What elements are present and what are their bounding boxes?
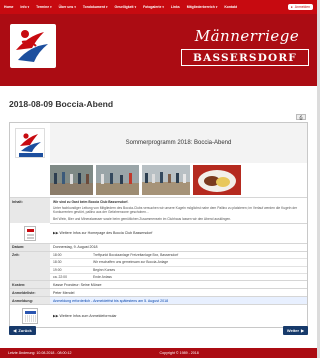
program-item: 18:30 Wir erschaffen uns gemeinsam zur B… xyxy=(50,259,307,267)
photo-thumbnail-1[interactable] xyxy=(50,165,93,195)
program-time: 19:00 xyxy=(53,267,62,272)
program-time: 18:30 xyxy=(53,260,62,265)
photo-thumbnail-4[interactable] xyxy=(193,165,241,195)
inhalt-row: Inhalt: Wir sind zu Gast beim Boccia Clu… xyxy=(10,198,307,224)
nav-item-kontakt[interactable]: Kontakt xyxy=(224,5,237,9)
nav-item-geselligkeit[interactable]: Geselligkeit▾ xyxy=(115,5,137,9)
gymnast-logo-icon xyxy=(19,132,43,157)
document-icon[interactable] xyxy=(24,225,36,241)
program-item: 18:00 Treffpunkt Bocciaanlage Freizeitan… xyxy=(50,252,307,260)
zeit-row: Zeit: 18:00 Treffpunkt Bocciaanlage Frei… xyxy=(10,251,307,282)
gymnast-logo-icon xyxy=(16,30,48,62)
photo-boccia-2 xyxy=(96,165,139,195)
program-desc: Beginn Kurses xyxy=(93,267,116,272)
nav-item-home[interactable]: Home xyxy=(4,5,13,9)
kosten-row: Kosten: Kasse Frondeur: Seine Münze xyxy=(10,281,307,290)
event-article: Sommerprogramm 2018: Boccia-Abend Inhalt… xyxy=(9,122,308,329)
caret-down-icon: ▾ xyxy=(106,5,108,9)
kosten-value: Kasse Frondeur: Seine Münze xyxy=(53,282,102,287)
caret-down-icon: ▾ xyxy=(162,5,164,9)
anmeldung-link[interactable]: Anmeldung erforderlich - Anmeldefrist bi… xyxy=(50,297,307,305)
photo-boccia-1 xyxy=(50,165,93,195)
login-button[interactable]: ● Anmelden xyxy=(287,4,313,10)
program-desc: Wir erschaffen uns gemeinsam zur Boccia-… xyxy=(93,260,169,265)
calendar-link-row: ▶▶ Weitere Infos zum Anmeldeformular xyxy=(10,305,307,328)
nav-item-fotogalerie[interactable]: Fotogalerie▾ xyxy=(143,5,164,9)
page-title: 2018-08-09 Boccia-Abend xyxy=(9,99,114,109)
inhalt-paragraph-1: Unter fachkundiger Leitung von Mitgliede… xyxy=(53,205,298,215)
copyright: Copyright © 1989 - 2018 xyxy=(159,351,199,355)
page: Home Info▾ Termine▾ Über uns▾ Tondokumen… xyxy=(0,0,317,358)
ausweis-label: Anmeldeliste: xyxy=(10,289,50,297)
inhalt-heading: Wir sind zu Gast beim Boccia Club Basser… xyxy=(53,199,129,204)
arrow-right-icon: ▶ xyxy=(301,328,305,333)
article-header-row: Sommerprogramm 2018: Boccia-Abend xyxy=(10,122,307,163)
calendar-thumb-cell xyxy=(10,305,50,328)
nav-item-info[interactable]: Info▾ xyxy=(20,5,29,9)
header-banner: Männerriege BASSERSDORF xyxy=(0,14,317,86)
nav-item-ueber-uns[interactable]: Über uns▾ xyxy=(59,5,76,9)
brand-box-title: BASSERSDORF xyxy=(181,49,309,66)
last-updated: Letzte Änderung: 10.08.2018 - 08:00:12 xyxy=(8,351,72,355)
program-time: ca. 22:00 xyxy=(53,275,67,280)
calendar-link[interactable]: ▶▶ Weitere Infos zum Anmeldeformular xyxy=(50,313,307,320)
main-content: 2018-08-09 Boccia-Abend ⎙ Sommerprogramm… xyxy=(0,86,317,348)
pdf-link[interactable]: ▶▶ Weitere Infos zur Homepage des Boccia… xyxy=(50,230,307,237)
article-headline: Sommerprogramm 2018: Boccia-Abend xyxy=(50,122,307,163)
program-item: ca. 22:00 Ende Anlass xyxy=(50,274,307,280)
user-icon: ● xyxy=(290,5,293,9)
photo-thumbnail-3[interactable] xyxy=(142,165,190,195)
nav-item-links[interactable]: Links xyxy=(171,5,180,9)
inhalt-paragraph-2: Bei Wein, Bier und Mineralwasser sowie b… xyxy=(53,216,232,221)
anmeldung-row: Anmeldung: Anmeldung erforderlich - Anme… xyxy=(10,297,307,306)
back-button[interactable]: ◀ Zurück xyxy=(9,326,36,335)
program-list: 18:00 Treffpunkt Bocciaanlage Freizeitan… xyxy=(50,252,307,281)
pdf-link-row: ▶▶ Weitere Infos zur Homepage des Boccia… xyxy=(10,223,307,244)
next-button[interactable]: Weiter ▶ xyxy=(283,326,308,335)
nav-item-termine[interactable]: Termine▾ xyxy=(36,5,51,9)
anmeldung-label: Anmeldung: xyxy=(10,297,50,305)
inhalt-label: Inhalt: xyxy=(10,198,50,223)
print-icon: ⎙ xyxy=(299,114,303,120)
photo-thumbnail-2[interactable] xyxy=(96,165,139,195)
print-button[interactable]: ⎙ xyxy=(296,114,306,120)
photo-boccia-3 xyxy=(142,165,190,195)
brand-script-title: Männerriege xyxy=(194,27,300,45)
footer: Letzte Änderung: 10.08.2018 - 08:00:12 C… xyxy=(0,348,317,358)
arrow-left-icon: ◀ xyxy=(13,328,17,333)
ausweis-value: Peter Mendel xyxy=(53,290,75,295)
datum-value: Donnerstag, 9. August 2018 xyxy=(53,245,98,250)
caret-down-icon: ▾ xyxy=(27,5,30,9)
nav-item-tondokument[interactable]: Tondokument▾ xyxy=(83,5,108,9)
caret-down-icon: ▾ xyxy=(134,5,137,9)
program-desc: Treffpunkt Bocciaanlage Freizeitanlage B… xyxy=(93,252,179,257)
caret-down-icon: ▾ xyxy=(215,5,218,9)
caret-down-icon: ▾ xyxy=(74,5,76,9)
datum-row: Datum: Donnerstag, 9. August 2018 xyxy=(10,243,307,252)
pdf-thumb-cell xyxy=(10,223,50,244)
program-desc: Ende Anlass xyxy=(93,275,112,280)
program-item: 19:00 Beginn Kurses xyxy=(50,267,307,274)
nav-item-mitgliederbereich[interactable]: Mitgliederbereich▾ xyxy=(187,5,218,9)
zeit-label: Zeit: xyxy=(10,251,50,281)
caret-down-icon: ▾ xyxy=(50,5,52,9)
photo-dinner xyxy=(193,165,241,195)
datum-label: Datum: xyxy=(10,243,50,251)
photo-gallery-row xyxy=(10,163,307,198)
calendar-icon[interactable] xyxy=(22,308,38,325)
club-logo[interactable] xyxy=(10,24,56,68)
club-mini-logo xyxy=(15,127,45,158)
ausweis-row: Anmeldeliste: Peter Mendel xyxy=(10,289,307,298)
kosten-label: Kosten: xyxy=(10,281,50,289)
program-time: 18:00 xyxy=(53,252,62,257)
top-navigation: Home Info▾ Termine▾ Über uns▾ Tondokumen… xyxy=(0,0,317,14)
inhalt-text: Wir sind zu Gast beim Boccia Club Basser… xyxy=(50,198,307,223)
article-logo-cell xyxy=(10,122,50,163)
